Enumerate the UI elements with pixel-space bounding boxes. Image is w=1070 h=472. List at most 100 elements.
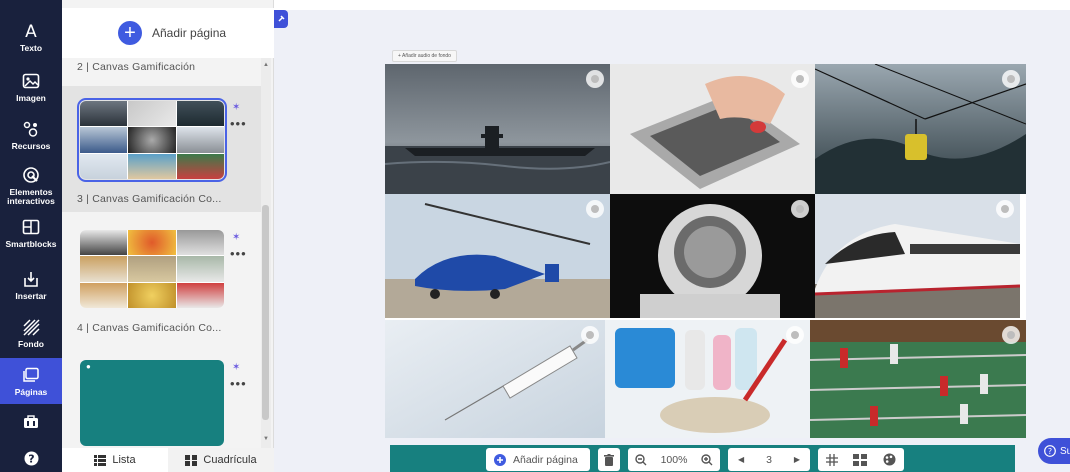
page-thumbnail-3[interactable] bbox=[77, 98, 227, 182]
pages-icon bbox=[20, 365, 42, 385]
grid-icon bbox=[185, 454, 198, 466]
support-button[interactable]: ? Su bbox=[1038, 438, 1070, 464]
text-icon: A bbox=[20, 21, 42, 41]
collapse-panel-button[interactable] bbox=[274, 10, 288, 28]
tool-text[interactable]: A Texto bbox=[0, 14, 62, 60]
drag-hand-icon[interactable] bbox=[791, 70, 809, 88]
view-tabs: Lista Cuadrícula bbox=[62, 448, 274, 472]
background-icon bbox=[20, 317, 42, 337]
tool-resources[interactable]: Recursos bbox=[0, 112, 62, 158]
add-page-label: Añadir página bbox=[152, 26, 227, 40]
magic-wand-icon[interactable]: ✶ bbox=[232, 362, 240, 373]
image-astronaut[interactable] bbox=[610, 194, 815, 318]
prev-page-icon[interactable]: ◀ bbox=[738, 455, 744, 464]
tool-label: Imagen bbox=[16, 93, 46, 103]
canvas-board[interactable] bbox=[385, 64, 1026, 438]
scroll-up-icon[interactable]: ▲ bbox=[263, 62, 269, 68]
left-toolbar: A Texto Imagen Recursos Elementos intera… bbox=[0, 0, 62, 472]
delete-page-button[interactable] bbox=[598, 448, 620, 471]
toolbox-icon bbox=[20, 412, 42, 432]
tab-grid[interactable]: Cuadrícula bbox=[168, 448, 274, 472]
drag-hand-icon[interactable] bbox=[586, 70, 604, 88]
bottom-toolbar: Añadir página 100% ◀ 3 ▶ bbox=[390, 445, 1015, 472]
panel-scrollbar-thumb[interactable] bbox=[262, 205, 269, 420]
tab-list[interactable]: Lista bbox=[62, 448, 168, 472]
more-options-button[interactable]: ••• bbox=[230, 116, 247, 131]
grid-lines-icon[interactable] bbox=[825, 453, 838, 466]
add-page-button[interactable]: + Añadir página bbox=[62, 8, 274, 58]
image-cable-car[interactable] bbox=[815, 64, 1026, 194]
image-gyroplane[interactable] bbox=[385, 194, 610, 318]
tool-image[interactable]: Imagen bbox=[0, 64, 62, 110]
tool-smartblocks[interactable]: Smartblocks bbox=[0, 210, 62, 256]
plus-icon: + bbox=[118, 21, 142, 45]
image-train[interactable] bbox=[815, 194, 1020, 318]
thumbnail-mark-icon: ● bbox=[86, 362, 91, 371]
tool-label: Páginas bbox=[14, 387, 48, 397]
drag-hand-icon[interactable] bbox=[1002, 326, 1020, 344]
resources-icon bbox=[20, 119, 42, 139]
magic-wand-icon[interactable]: ✶ bbox=[232, 102, 240, 113]
double-page-icon[interactable] bbox=[853, 453, 868, 466]
tool-background[interactable]: Fondo bbox=[0, 310, 62, 356]
svg-text:?: ? bbox=[28, 452, 34, 465]
interactive-elements-icon bbox=[20, 165, 42, 185]
palette-icon[interactable] bbox=[883, 453, 896, 466]
image-icon bbox=[20, 71, 42, 91]
pin-icon bbox=[278, 15, 285, 22]
scroll-down-icon[interactable]: ▼ bbox=[263, 436, 269, 442]
drag-hand-icon[interactable] bbox=[786, 326, 804, 344]
image-submarine[interactable] bbox=[385, 64, 610, 194]
tab-list-label: Lista bbox=[112, 454, 136, 466]
pages-panel: + Añadir página 2 | Canvas Gamificación … bbox=[62, 0, 274, 472]
tool-insert[interactable]: Insertar bbox=[0, 262, 62, 308]
image-syringe[interactable] bbox=[385, 320, 605, 438]
help-icon: ? bbox=[20, 448, 42, 468]
tool-label: Recursos bbox=[11, 141, 51, 151]
tool-pages[interactable]: Páginas bbox=[0, 358, 62, 404]
tool-label: Insertar bbox=[15, 291, 47, 301]
tool-label: Smartblocks bbox=[5, 239, 57, 249]
page-label-2[interactable]: 2 | Canvas Gamificación bbox=[77, 61, 195, 73]
page-thumbnail-5[interactable]: ● bbox=[80, 360, 224, 446]
drag-hand-icon[interactable] bbox=[996, 200, 1014, 218]
drag-hand-icon[interactable] bbox=[586, 200, 604, 218]
tool-interactive-elements[interactable]: Elementos interactivos bbox=[0, 162, 62, 208]
image-calculator[interactable] bbox=[610, 64, 815, 194]
tool-toolbox[interactable] bbox=[0, 402, 62, 442]
drag-hand-icon[interactable] bbox=[1002, 70, 1020, 88]
insert-icon bbox=[20, 269, 42, 289]
smartblocks-icon bbox=[20, 217, 42, 237]
tab-grid-label: Cuadrícula bbox=[203, 454, 257, 466]
page-thumbnail-4[interactable] bbox=[80, 230, 224, 308]
list-icon bbox=[94, 454, 107, 466]
drag-hand-icon[interactable] bbox=[791, 200, 809, 218]
drag-hand-icon[interactable] bbox=[581, 326, 599, 344]
more-options-button[interactable]: ••• bbox=[230, 246, 247, 261]
tool-label: Fondo bbox=[18, 339, 44, 349]
page-label-4[interactable]: 4 | Canvas Gamificación Co... bbox=[77, 322, 222, 334]
next-page-icon[interactable]: ▶ bbox=[794, 455, 800, 464]
page-label-3[interactable]: 3 | Canvas Gamificación Co... bbox=[77, 193, 222, 205]
image-foosball[interactable] bbox=[810, 320, 1026, 438]
zoom-level: 100% bbox=[660, 453, 688, 466]
app-root: A Texto Imagen Recursos Elementos intera… bbox=[0, 0, 1070, 472]
tool-help[interactable]: ? bbox=[0, 444, 62, 472]
current-page-number: 3 bbox=[766, 453, 772, 466]
add-page-bottom-label: Añadir página bbox=[513, 453, 578, 466]
svg-text:?: ? bbox=[1048, 447, 1052, 456]
add-background-audio-button[interactable]: + Añadir audio de fondo bbox=[392, 50, 457, 62]
tool-label: Texto bbox=[19, 43, 43, 53]
tool-label: Elementos interactivos bbox=[7, 186, 55, 206]
zoom-out-icon[interactable] bbox=[635, 453, 647, 466]
more-options-button[interactable]: ••• bbox=[230, 376, 247, 391]
image-mop[interactable] bbox=[605, 320, 810, 438]
view-tools bbox=[818, 448, 904, 471]
top-strip bbox=[274, 0, 1070, 10]
zoom-in-icon[interactable] bbox=[701, 453, 713, 466]
add-page-bottom-button[interactable]: Añadir página bbox=[486, 448, 590, 471]
trash-icon bbox=[604, 453, 614, 466]
magic-wand-icon[interactable]: ✶ bbox=[232, 232, 240, 243]
svg-text:A: A bbox=[25, 22, 37, 40]
page-navigator: ◀ 3 ▶ bbox=[728, 448, 810, 471]
